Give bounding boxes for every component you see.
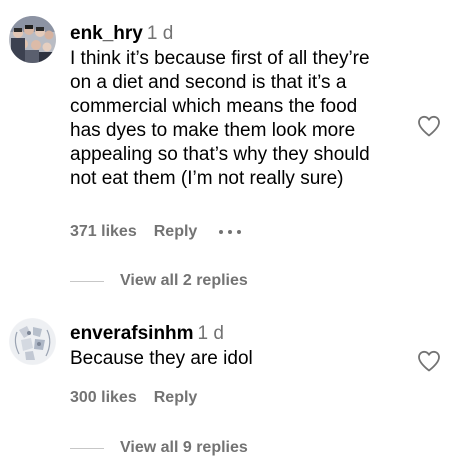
view-replies-label: View all 9 replies (120, 439, 248, 456)
comment-text-line: I think it’s because first of all they’r… (70, 48, 370, 69)
group-photo-avatar-icon (9, 16, 56, 63)
comment-text-line: commercial which means the food (70, 96, 358, 117)
likes-count[interactable]: 371 likes (70, 222, 137, 242)
comment-text: I think it’s because first of all they’r… (70, 47, 415, 191)
comment-item: enk_hry 1 d I think it’s because first of… (0, 0, 460, 300)
like-button[interactable] (417, 115, 441, 142)
comment-time: 1 d (197, 323, 224, 344)
comment-text-line: appealing so that’s why they should (70, 144, 370, 165)
comment-text: Because they are idol (70, 347, 415, 371)
avatar[interactable] (9, 318, 56, 365)
avatar[interactable] (9, 16, 56, 63)
comment-text-line: not eat them (I’m not really sure) (70, 168, 344, 189)
comment-header: enk_hry 1 d (70, 22, 173, 46)
heart-outline-icon (418, 350, 440, 372)
comment-text-line: on a diet and second is that it’s a (70, 72, 347, 93)
heart-outline-icon (418, 115, 440, 137)
view-replies-button[interactable]: View all 9 replies (70, 439, 248, 457)
divider (70, 280, 104, 282)
comment-text-line: has dyes to make them look more (70, 120, 356, 141)
illustration-avatar-icon (9, 318, 56, 365)
divider (70, 447, 104, 449)
like-button[interactable] (417, 350, 441, 377)
likes-count[interactable]: 300 likes (70, 388, 137, 408)
reply-button[interactable]: Reply (154, 388, 198, 408)
more-options-icon[interactable] (219, 230, 242, 234)
comment-actions: 371 likes Reply (70, 222, 242, 242)
comment-item: enverafsinhm 1 d Because they are idol 30… (0, 300, 460, 470)
comment-time: 1 d (146, 23, 174, 44)
comment-actions: 300 likes Reply (70, 388, 197, 408)
comment-header: enverafsinhm 1 d (70, 322, 224, 346)
comment-text-line: Because they are idol (70, 348, 253, 369)
view-replies-label: View all 2 replies (120, 272, 248, 289)
username[interactable]: enk_hry (70, 23, 143, 44)
reply-button[interactable]: Reply (154, 222, 198, 242)
view-replies-button[interactable]: View all 2 replies (70, 272, 248, 290)
username[interactable]: enverafsinhm (70, 323, 194, 344)
